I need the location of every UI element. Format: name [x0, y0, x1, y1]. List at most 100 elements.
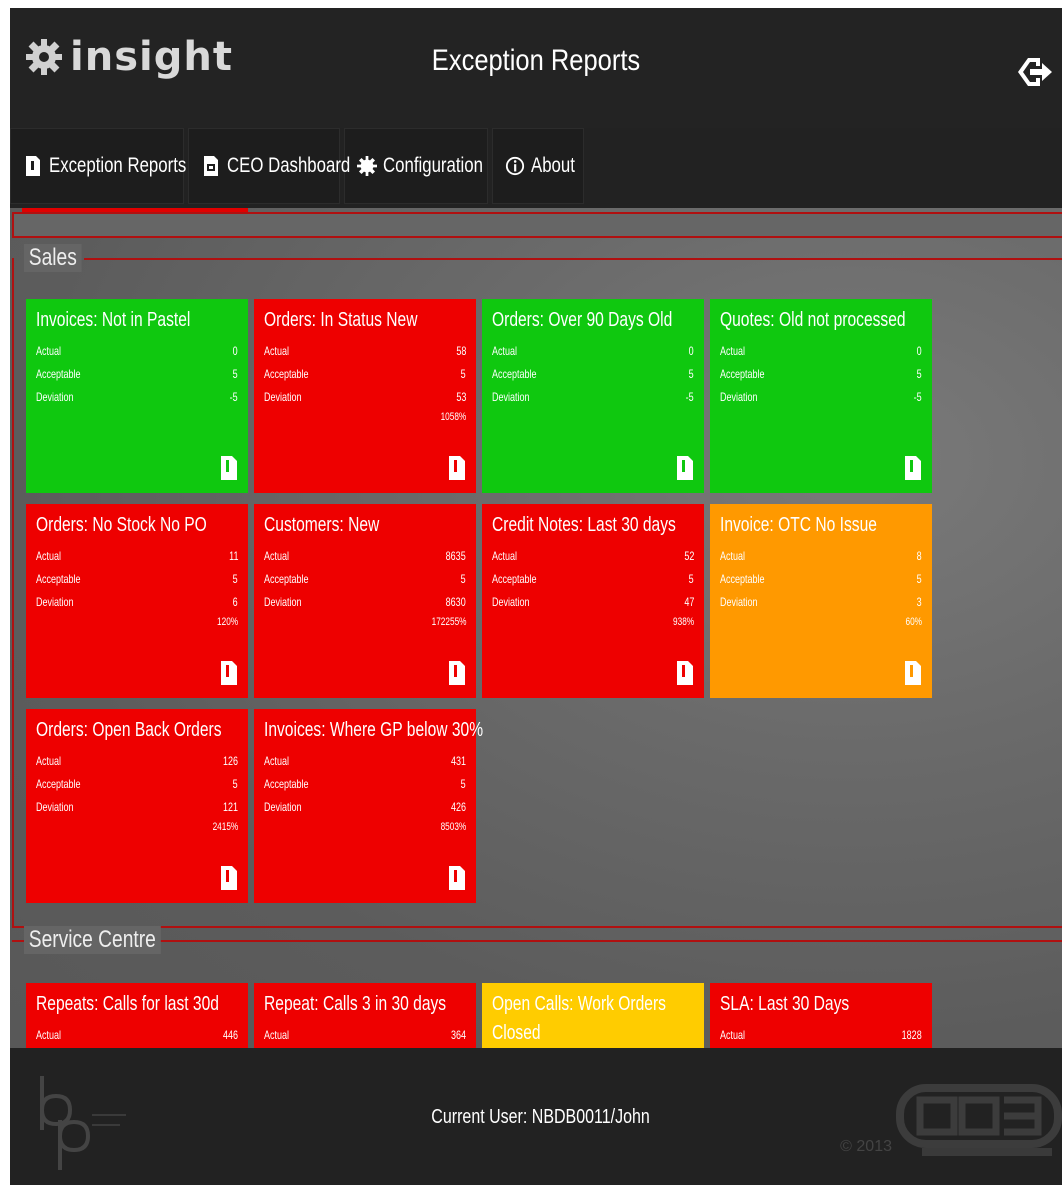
- tile-quotes-old-not-processed[interactable]: Quotes: Old not processed Actual 0 Accept…: [710, 299, 932, 493]
- tile-open-calls-work-orders-closed[interactable]: Open Calls: Work Orders Closed: [482, 983, 704, 1048]
- actual-label: Actual: [720, 549, 746, 563]
- deviation-row: Deviation 426: [264, 796, 466, 819]
- group-divider: [84, 258, 1062, 260]
- app-window: insight Exception Reports Exception Repo…: [10, 8, 1062, 1185]
- acceptable-value: 5: [232, 777, 238, 791]
- actual-value: 8: [916, 549, 922, 563]
- acceptable-row: Acceptable 5: [36, 568, 238, 591]
- group-title: Service Centre: [24, 926, 161, 954]
- group-divider: [158, 940, 1062, 942]
- actual-row: Actual 431: [264, 750, 466, 773]
- tile-invoice-otc-no-issue[interactable]: Invoice: OTC No Issue Actual 8 Acceptable…: [710, 504, 932, 698]
- deviation-percent: 2415%: [212, 821, 238, 833]
- logout-icon[interactable]: [1014, 52, 1054, 92]
- deviation-percent: [492, 409, 694, 425]
- report-doc-icon[interactable]: [448, 865, 466, 891]
- actual-label: Actual: [36, 1028, 62, 1042]
- tab-label: Configuration: [383, 154, 483, 177]
- tile-title-line-1: Open Calls: Work Orders: [492, 993, 666, 1015]
- report-doc-icon[interactable]: [448, 660, 466, 686]
- acceptable-label: Acceptable: [720, 367, 765, 381]
- tile-sla-last-30-days[interactable]: SLA: Last 30 Days Actual 1828: [710, 983, 932, 1048]
- tile-customers-new[interactable]: Customers: New Actual 8635 Acceptable 5 De…: [254, 504, 476, 698]
- tab-ceo-dashboard[interactable]: CEO Dashboard: [188, 128, 350, 204]
- actual-row: Actual 8: [720, 545, 922, 568]
- acceptable-row: Acceptable 5: [264, 773, 466, 796]
- deviation-percent: 938%: [672, 616, 694, 628]
- tile-repeat-calls-3-in-30-days[interactable]: Repeat: Calls 3 in 30 days Actual 364: [254, 983, 476, 1048]
- tab-about[interactable]: About: [492, 128, 584, 204]
- deviation-label: Deviation: [36, 595, 74, 609]
- deviation-row: Deviation 6: [36, 591, 238, 614]
- tile-repeats-calls-last-30d[interactable]: Repeats: Calls for last 30d Actual 446: [26, 983, 248, 1048]
- tab-exception-reports[interactable]: Exception Reports: [10, 128, 186, 204]
- deviation-percent: 60%: [905, 616, 922, 628]
- header: insight Exception Reports: [10, 8, 1062, 128]
- deviation-value: 8630: [445, 595, 466, 609]
- acceptable-value: 5: [460, 777, 466, 791]
- actual-row: Actual 11: [36, 545, 238, 568]
- page-title: Exception Reports: [431, 44, 641, 77]
- content-area: Sales Invoices: Not in Pastel Actual 0 Ac…: [10, 208, 1062, 1048]
- acceptable-value: 5: [232, 367, 238, 381]
- actual-label: Actual: [36, 549, 62, 563]
- copyright-text: © 2013: [840, 1138, 892, 1155]
- acceptable-row: Acceptable 5: [720, 568, 922, 591]
- deviation-label: Deviation: [492, 595, 530, 609]
- tile-invoices-gp-below-30[interactable]: Invoices: Where GP below 30% Actual 431 A…: [254, 709, 484, 903]
- deviation-percent: 172255%: [431, 616, 466, 628]
- deviation-label: Deviation: [264, 800, 302, 814]
- gear-icon: [357, 156, 377, 176]
- report-doc-icon[interactable]: [220, 455, 238, 481]
- deviation-row: Deviation -5: [492, 386, 694, 409]
- report-doc-icon[interactable]: [676, 660, 694, 686]
- actual-row: Actual 58: [264, 340, 466, 363]
- actual-value: 126: [222, 754, 238, 768]
- tile-credit-notes-last-30-days[interactable]: Credit Notes: Last 30 days Actual 52 Acce…: [482, 504, 704, 698]
- deviation-row: Deviation 121: [36, 796, 238, 819]
- deviation-label: Deviation: [720, 595, 758, 609]
- tab-configuration[interactable]: Configuration: [344, 128, 488, 204]
- tile-title: Invoices: Not in Pastel: [36, 309, 191, 331]
- acceptable-value: 5: [232, 572, 238, 586]
- report-doc-icon[interactable]: [904, 660, 922, 686]
- tile-orders-in-status-new[interactable]: Orders: In Status New Actual 58 Acceptabl…: [254, 299, 476, 493]
- actual-label: Actual: [36, 344, 62, 358]
- actual-label: Actual: [720, 344, 746, 358]
- deviation-row: Deviation 8630: [264, 591, 466, 614]
- deviation-label: Deviation: [264, 390, 302, 404]
- tile-title: SLA: Last 30 Days: [720, 993, 850, 1015]
- tile-orders-no-stock-no-po[interactable]: Orders: No Stock No PO Actual 11 Acceptab…: [26, 504, 248, 698]
- actual-value: 364: [450, 1028, 466, 1042]
- report-doc-icon[interactable]: [676, 455, 694, 481]
- deviation-value: 53: [455, 390, 466, 404]
- acceptable-label: Acceptable: [264, 367, 309, 381]
- report-doc-icon[interactable]: [904, 455, 922, 481]
- acceptable-value: 5: [688, 572, 694, 586]
- tile-title: Customers: New: [264, 514, 380, 536]
- deviation-label: Deviation: [492, 390, 530, 404]
- tile-invoices-not-in-pastel[interactable]: Invoices: Not in Pastel Actual 0 Acceptab…: [26, 299, 248, 493]
- tile-orders-over-90-days[interactable]: Orders: Over 90 Days Old Actual 0 Accepta…: [482, 299, 704, 493]
- group-sales: Sales Invoices: Not in Pastel Actual 0 Ac…: [12, 244, 1062, 928]
- tile-title: Repeats: Calls for last 30d: [36, 993, 219, 1015]
- acceptable-label: Acceptable: [36, 367, 81, 381]
- actual-row: Actual 364: [264, 1024, 466, 1047]
- acceptable-label: Acceptable: [36, 572, 81, 586]
- group-divider: [12, 940, 24, 942]
- deviation-value: 6: [232, 595, 238, 609]
- acceptable-row: Acceptable 5: [36, 363, 238, 386]
- tile-orders-open-back-orders[interactable]: Orders: Open Back Orders Actual 126 Accep…: [26, 709, 248, 903]
- deviation-label: Deviation: [720, 390, 758, 404]
- report-doc-icon[interactable]: [220, 865, 238, 891]
- deviation-row: Deviation 53: [264, 386, 466, 409]
- main-nav: Exception Reports CEO Dashboard Configur…: [10, 128, 584, 208]
- tile-title: Invoices: Where GP below 30%: [264, 719, 484, 741]
- actual-row: Actual 0: [36, 340, 238, 363]
- tile-title: Repeat: Calls 3 in 30 days: [264, 993, 447, 1015]
- report-doc-icon[interactable]: [220, 660, 238, 686]
- report-doc-icon[interactable]: [448, 455, 466, 481]
- acceptable-value: 5: [916, 367, 922, 381]
- acceptable-row: Acceptable 5: [264, 568, 466, 591]
- deviation-label: Deviation: [36, 800, 74, 814]
